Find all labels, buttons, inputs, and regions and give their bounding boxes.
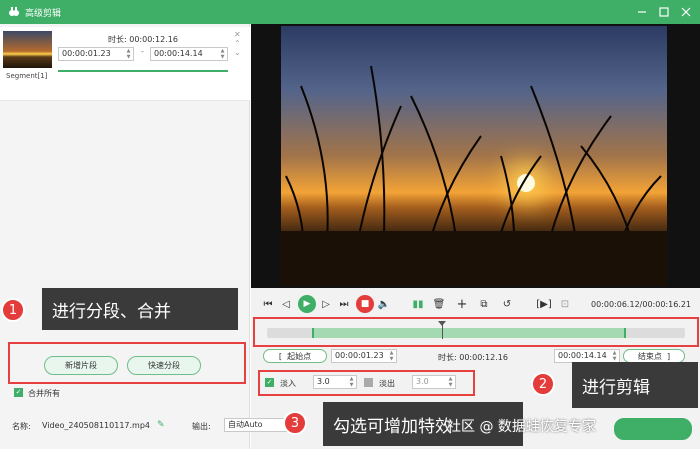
segment-duration: 时长: 00:00:12.16 (108, 35, 178, 44)
tip-segment-merge: 进行分段、合并 (42, 288, 238, 330)
start-point-button[interactable]: [ 起始点 (263, 349, 327, 363)
watermark-text: 社区 @ 数据蛙恢复专家 (447, 419, 596, 435)
volume-icon[interactable]: 🔈 (377, 296, 391, 312)
window-title: 高级剪辑 (25, 8, 62, 19)
merge-all-checkbox[interactable]: ✓ (14, 388, 23, 397)
play-button[interactable]: ▶ (298, 295, 316, 313)
trim-end-input[interactable]: 00:00:14.14 ▲ ▼ (554, 349, 620, 363)
fade-in-checkbox[interactable]: ✓ (265, 378, 274, 387)
skip-start-icon[interactable]: ⏮ (261, 296, 275, 312)
fade-out-checkbox[interactable] (364, 378, 373, 387)
segment-panel: Segment[1] 时长: 00:00:12.16 00:00:01.23 ▲ ▼… (0, 24, 250, 449)
fade-out-input[interactable]: 3.0 ▲ ▼ (412, 375, 456, 389)
merge-all-label: 合并所有 (28, 389, 60, 398)
stop-button[interactable]: ■ (356, 295, 374, 313)
edit-name-icon[interactable]: ✎ (157, 420, 165, 430)
tip-trim: 进行剪辑 (572, 362, 698, 408)
undo-icon[interactable]: ↺ (500, 296, 514, 312)
segment-close-icon[interactable]: ✕ ⌃ ⌄ (234, 30, 241, 57)
step-forward-icon[interactable]: ▷ (319, 296, 333, 312)
timeline-selection[interactable] (312, 328, 626, 338)
trim-start-input[interactable]: 00:00:01.23 ▲ ▼ (331, 349, 397, 363)
maximize-icon[interactable] (656, 4, 672, 20)
time-readout: 00:00:06.12/00:00:16.21 (591, 300, 692, 309)
spin-arrows-icon[interactable]: ▲ ▼ (219, 48, 226, 60)
spin-arrows-icon[interactable]: ▲ ▼ (611, 350, 618, 362)
split-icon[interactable]: ▮▮ (411, 296, 425, 312)
segment-end-input[interactable]: 00:00:14.14 ▲ ▼ (150, 47, 228, 61)
video-frame (281, 26, 667, 286)
skip-end-icon[interactable]: ⏭ (337, 296, 351, 312)
copy-icon[interactable]: ⧉ (477, 296, 491, 312)
timeline-playhead[interactable] (438, 321, 446, 339)
segment-thumbnail[interactable] (3, 31, 52, 68)
segment-item[interactable]: Segment[1] 时长: 00:00:12.16 00:00:01.23 ▲ ▼… (0, 27, 250, 101)
spin-arrows-icon[interactable]: ▲ ▼ (348, 376, 355, 388)
fade-in-label: 淡入 (280, 379, 296, 388)
video-preview[interactable] (251, 24, 700, 288)
trim-duration: 时长: 00:00:12.16 (438, 353, 508, 362)
name-label: 名称: (12, 422, 31, 431)
spin-arrows-icon[interactable]: ▲ ▼ (447, 376, 454, 388)
confirm-button[interactable] (614, 418, 692, 440)
new-segment-button[interactable]: 新增片段 (44, 356, 118, 375)
mark-segment-icon[interactable]: [▶] (536, 296, 552, 312)
close-icon[interactable] (678, 4, 694, 20)
minimize-icon[interactable] (634, 4, 650, 20)
end-point-button[interactable]: 结束点 ] (623, 349, 685, 363)
app-logo-icon (7, 5, 21, 19)
fade-in-input[interactable]: 3.0 ▲ ▼ (313, 375, 357, 389)
time-separator: - (141, 47, 144, 56)
title-bar: 高级剪辑 (0, 0, 700, 24)
snapshot-icon[interactable]: ⊡ (558, 296, 572, 312)
segment-start-input[interactable]: 00:00:01.23 ▲ ▼ (58, 47, 134, 61)
grass-silhouette (281, 65, 667, 286)
step-badge-2: 2 (531, 372, 555, 396)
step-badge-1: 1 (1, 298, 25, 322)
add-icon[interactable]: + (455, 296, 469, 312)
segment-label: Segment[1] (6, 72, 48, 80)
segment-progress (58, 70, 228, 72)
filename: Video_240508110117.mp4 (42, 421, 150, 430)
step-back-icon[interactable]: ◁ (279, 296, 293, 312)
delete-icon[interactable]: 🗑 (432, 296, 446, 312)
spin-arrows-icon[interactable]: ▲ ▼ (125, 48, 132, 60)
output-label: 输出: (192, 422, 211, 431)
step-badge-3: 3 (283, 411, 307, 435)
quick-split-button[interactable]: 快速分段 (127, 356, 201, 375)
timeline-track[interactable] (267, 321, 685, 339)
spin-arrows-icon[interactable]: ▲ ▼ (388, 350, 395, 362)
fade-out-label: 淡出 (379, 379, 395, 388)
